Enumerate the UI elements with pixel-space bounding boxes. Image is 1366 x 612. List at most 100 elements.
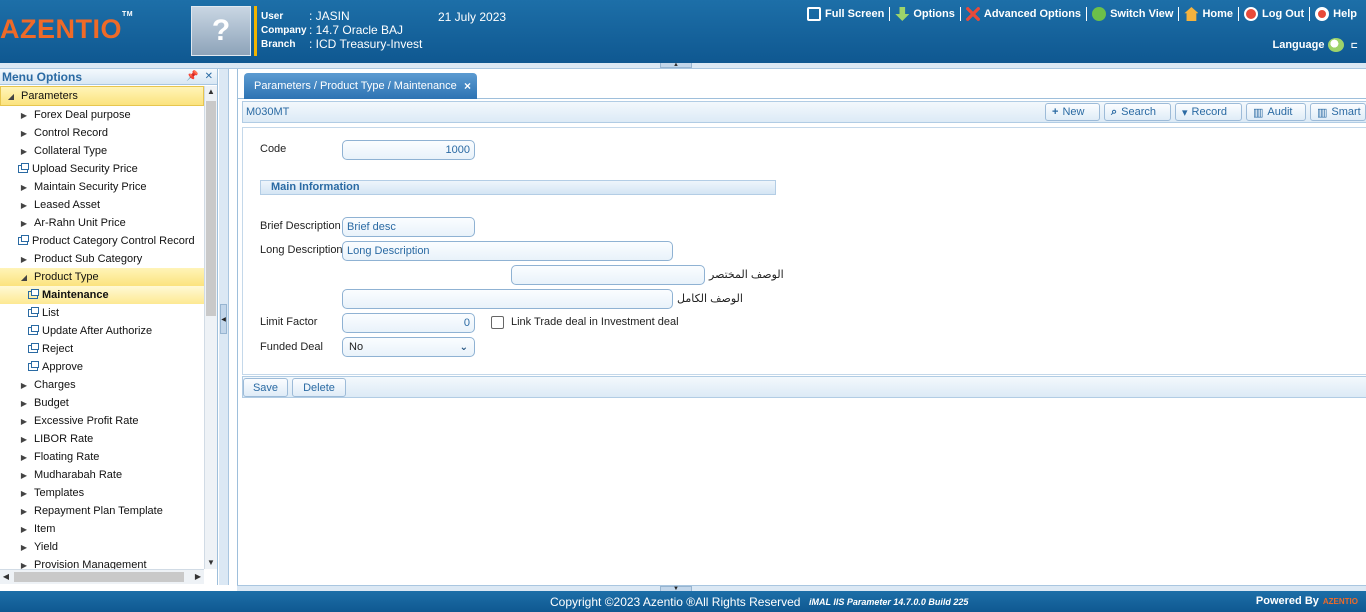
new-button[interactable]: + New [1045,103,1100,121]
page-icon [28,289,39,299]
collapsed-triangle-icon[interactable]: ▶ [18,399,30,408]
scroll-down-icon[interactable]: ▼ [205,557,217,569]
menu-item[interactable]: ▶ Mudharabah Rate [0,466,204,484]
search-button[interactable]: ⌕ Search [1104,103,1171,121]
menu-item[interactable]: ▶ Forex Deal purpose [0,106,204,124]
page-icon [28,361,39,371]
tree-root-parameters[interactable]: ◢ Parameters [0,86,204,106]
collapse-left-icon[interactable]: ◀ [220,304,227,334]
collapsed-triangle-icon[interactable]: ▶ [18,543,30,552]
switch-view-link[interactable]: Switch View [1087,7,1180,21]
collapse-up-icon[interactable]: ▲ [660,62,692,68]
branch-label: Branch [261,38,296,50]
menu-item[interactable]: ▶ Item [0,520,204,538]
page-icon [28,307,39,317]
menu-item[interactable]: Product Category Control Record [0,232,204,250]
menu-item[interactable]: ▶ Budget [0,394,204,412]
menu-item[interactable]: ▶ Product Sub Category [0,250,204,268]
collapsed-triangle-icon[interactable]: ▶ [18,219,30,228]
funded-deal-select[interactable]: No ⌄ [342,337,475,357]
collapsed-triangle-icon[interactable]: ▶ [18,471,30,480]
record-button[interactable]: ▾ Record [1175,103,1242,121]
collapsed-triangle-icon[interactable]: ▶ [18,507,30,516]
collapsed-triangle-icon[interactable]: ▶ [18,147,30,156]
menu-vertical-scrollbar[interactable]: ▲ ▼ [204,86,217,569]
menu-item-label: List [42,307,60,319]
link-trade-label: Link Trade deal in Investment deal [511,316,679,328]
menu-item[interactable]: ◢ Product Type [0,268,204,286]
menu-item[interactable]: Approve [0,358,204,376]
expanded-triangle-icon[interactable]: ◢ [18,273,30,282]
app-header: AZENTIOTM ? User: JASIN Company: 14.7 Or… [0,0,1366,63]
power-icon [1244,7,1258,21]
scroll-thumb[interactable] [206,101,216,316]
menu-item[interactable]: ▶ Control Record [0,124,204,142]
collapsed-triangle-icon[interactable]: ▶ [18,381,30,390]
scroll-left-icon[interactable]: ◀ [0,570,12,584]
smart-button[interactable]: ▥ Smart [1310,103,1366,121]
collapsed-triangle-icon[interactable]: ▶ [18,525,30,534]
arabic-brief-description-field[interactable] [511,265,705,285]
collapsed-triangle-icon[interactable]: ▶ [18,435,30,444]
menu-item[interactable]: Reject [0,340,204,358]
collapsed-triangle-icon[interactable]: ▶ [18,111,30,120]
menu-item[interactable]: ▶ Charges [0,376,204,394]
menu-item[interactable]: ▶ Collateral Type [0,142,204,160]
collapsed-triangle-icon[interactable]: ▶ [18,561,30,570]
menu-item[interactable]: ▶ Leased Asset [0,196,204,214]
menu-item[interactable]: List [0,304,204,322]
brief-description-field[interactable]: Brief desc [342,217,475,237]
advanced-options-link[interactable]: Advanced Options [961,7,1088,21]
link-trade-checkbox[interactable] [491,316,504,329]
home-link[interactable]: Home [1179,7,1239,21]
audit-button[interactable]: ▥ Audit [1246,103,1306,121]
menu-item[interactable]: ▶ LIBOR Rate [0,430,204,448]
menu-title: Menu Options [2,69,82,84]
menu-item[interactable]: Upload Security Price [0,160,204,178]
menu-item[interactable]: ▶ Floating Rate [0,448,204,466]
menu-splitter[interactable]: ◀ [219,69,229,585]
collapsed-triangle-icon[interactable]: ▶ [18,417,30,426]
menu-item[interactable]: ▶ Yield [0,538,204,556]
collapsed-triangle-icon[interactable]: ▶ [18,201,30,210]
code-field[interactable]: 1000 [342,140,475,160]
help-link[interactable]: Help [1310,7,1362,21]
menu-item[interactable]: ▶ Repayment Plan Template [0,502,204,520]
collapsed-triangle-icon[interactable]: ▶ [18,255,30,264]
close-tab-icon[interactable]: × [464,79,471,93]
menu-item-label: Mudharabah Rate [34,469,123,481]
menu-item[interactable]: ▶ Provision Management [0,556,204,569]
close-icon[interactable]: ✕ [205,71,213,82]
language-selector[interactable]: Language ⊏ [1273,38,1358,52]
fullscreen-link[interactable]: Full Screen [802,7,891,21]
collapsed-triangle-icon[interactable]: ▶ [18,183,30,192]
menu-item-label: Leased Asset [34,199,101,211]
scroll-up-icon[interactable]: ▲ [205,86,217,98]
tab-product-type-maintenance[interactable]: Parameters / Product Type / Maintenance … [244,73,477,99]
long-description-field[interactable]: Long Description [342,241,673,261]
avatar-accent-bar [254,6,257,56]
limit-factor-field[interactable]: 0 [342,313,475,333]
menu-item[interactable]: ▶ Templates [0,484,204,502]
collapsed-triangle-icon[interactable]: ▶ [18,453,30,462]
logout-link[interactable]: Log Out [1239,7,1311,21]
menu-item[interactable]: ▶ Ar-Rahn Unit Price [0,214,204,232]
pin-icon[interactable]: 📌 [186,71,198,82]
tools-icon [965,7,980,21]
scroll-thumb[interactable] [14,572,184,582]
options-link[interactable]: Options [890,7,961,21]
menu-item[interactable]: ▶ Maintain Security Price [0,178,204,196]
menu-item-label: Forex Deal purpose [34,109,131,121]
menu-item[interactable]: ▶ Excessive Profit Rate [0,412,204,430]
scroll-right-icon[interactable]: ▶ [192,570,204,584]
menu-item[interactable]: Update After Authorize [0,322,204,340]
save-button[interactable]: Save [243,378,288,397]
collapsed-triangle-icon[interactable]: ▶ [18,489,30,498]
menu-item[interactable]: Maintenance [0,286,204,304]
arabic-long-description-field[interactable] [342,289,673,309]
collapsed-triangle-icon[interactable]: ▶ [18,129,30,138]
delete-button[interactable]: Delete [292,378,346,397]
menu-horizontal-scrollbar[interactable]: ◀ ▶ [0,569,204,584]
pin-icon[interactable]: ⊏ [1350,40,1358,51]
menu-item-label: Budget [34,397,69,409]
